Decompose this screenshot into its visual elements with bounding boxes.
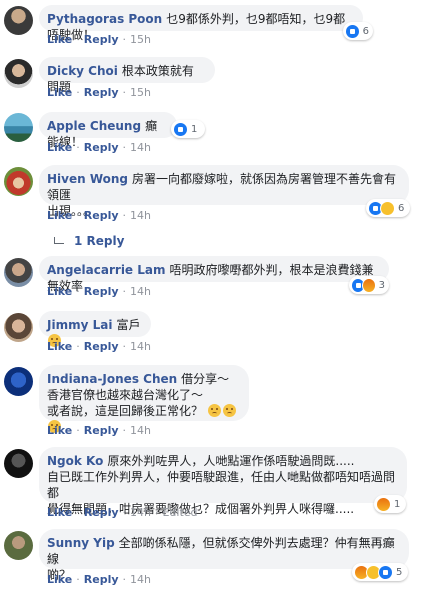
comment-author[interactable]: Apple Cheung	[47, 119, 141, 133]
like-reaction-icon	[173, 121, 188, 137]
comment-actions: Like · Reply · 15h	[47, 86, 151, 99]
thinking-emoji-icon	[222, 404, 236, 417]
like-link[interactable]: Like	[47, 506, 72, 519]
comment-text-line: 原來外判咗畀人，人哋點運作係唔駛過問既.....	[107, 454, 355, 468]
reply-link[interactable]: Reply	[84, 86, 119, 99]
like-link[interactable]: Like	[47, 86, 72, 99]
reply-link[interactable]: Reply	[84, 506, 119, 519]
comment-text-line: 香港官僚也越來越台灣化了～	[47, 388, 204, 402]
comment-actions: Like · Reply · 14h	[47, 141, 151, 154]
like-reaction-icon	[378, 564, 393, 580]
reply-link[interactable]: Reply	[84, 340, 119, 353]
reaction-count: 5	[396, 566, 403, 578]
comment-text-line: 借分享～	[181, 372, 230, 386]
reaction-count: 1	[191, 123, 198, 135]
like-link[interactable]: Like	[47, 209, 72, 222]
angry-reaction-icon	[361, 277, 376, 293]
view-replies-link[interactable]: 1 Reply	[74, 234, 124, 248]
reaction-summary[interactable]: 6	[366, 199, 410, 217]
timestamp[interactable]: 14h	[130, 141, 151, 154]
comment-bubble: Pythagoras Poon 乜9都係外判，乜9都唔知，乜9都唔駛做！	[39, 5, 363, 42]
avatar[interactable]	[4, 59, 33, 88]
like-link[interactable]: Like	[47, 424, 72, 437]
like-link[interactable]: Like	[47, 340, 72, 353]
avatar[interactable]	[4, 258, 33, 287]
avatar[interactable]	[4, 6, 33, 35]
comment-bubble: Apple Cheung 癲能線！	[39, 112, 177, 149]
comment-bubble: Hiven Wong 房署一向都廢嫁啦，就係因為房署管理不善先會有領匯 出現。。。	[39, 165, 409, 218]
comment-author[interactable]: Dicky Choi	[47, 64, 118, 78]
reaction-summary[interactable]: 5	[352, 563, 408, 581]
comment-actions: Like · Reply · 14h	[47, 285, 151, 298]
thinking-emoji-icon	[207, 404, 221, 417]
avatar[interactable]	[4, 113, 33, 142]
reaction-count: 6	[362, 25, 369, 37]
comment-author[interactable]: Angelacarrie Lam	[47, 263, 166, 277]
like-reaction-icon	[345, 23, 360, 39]
comment-bubble: Dicky Choi 根本政策就有問題	[39, 57, 215, 94]
comment-bubble: Angelacarrie Lam 唔明政府嚟嘢都外判，根本是浪費錢兼無效率	[39, 256, 389, 293]
like-link[interactable]: Like	[47, 33, 72, 46]
like-link[interactable]: Like	[47, 141, 72, 154]
comment-actions: Like · Reply · 14h	[47, 340, 151, 353]
comment-author[interactable]: Pythagoras Poon	[47, 12, 162, 26]
like-link[interactable]: Like	[47, 573, 72, 586]
comment-author[interactable]: Indiana-Jones Chen	[47, 372, 177, 386]
reaction-count: 3	[378, 279, 385, 291]
timestamp[interactable]: 14h	[130, 285, 151, 298]
comment-actions: Like · Reply · 14h	[47, 209, 151, 222]
timestamp[interactable]: 15h	[130, 33, 151, 46]
timestamp[interactable]: 15h	[130, 86, 151, 99]
edited-label[interactable]: Edited	[162, 506, 197, 519]
comment-author[interactable]: Jimmy Lai	[47, 318, 112, 332]
reaction-summary[interactable]: 3	[349, 276, 389, 294]
comment-text: 富戶	[116, 318, 141, 332]
like-link[interactable]: Like	[47, 285, 72, 298]
reply-link[interactable]: Reply	[84, 209, 119, 222]
comment-text-line: 或者說，這是回歸後正常化？	[47, 404, 204, 418]
reaction-summary[interactable]: 6	[343, 22, 373, 40]
comment-author[interactable]: Sunny Yip	[47, 536, 115, 550]
avatar[interactable]	[4, 367, 33, 396]
timestamp[interactable]: 14h	[130, 209, 151, 222]
timestamp[interactable]: 14h	[130, 506, 151, 519]
timestamp[interactable]: 14h	[130, 573, 151, 586]
comment-actions: Like · Reply · 14h	[47, 424, 151, 437]
avatar[interactable]	[4, 449, 33, 478]
avatar[interactable]	[4, 313, 33, 342]
comment-bubble: Indiana-Jones Chen 借分享～ 香港官僚也越來越台灣化了～ 或者說…	[39, 365, 249, 433]
reaction-count: 6	[398, 202, 405, 214]
reaction-count: 1	[394, 498, 401, 510]
reaction-summary[interactable]: 1	[171, 120, 205, 138]
angry-reaction-icon	[376, 496, 391, 512]
comment-actions: Like · Reply · 14h · Edited	[47, 506, 198, 519]
comment-bubble: Ngok Ko 原來外判咗畀人，人哋點運作係唔駛過問既..... 自已既工作外判畀…	[39, 447, 407, 516]
avatar[interactable]	[4, 167, 33, 196]
reply-link[interactable]: Reply	[84, 33, 119, 46]
reply-link[interactable]: Reply	[84, 573, 119, 586]
timestamp[interactable]: 14h	[130, 424, 151, 437]
reply-link[interactable]: Reply	[84, 285, 119, 298]
comment-thread: Pythagoras Poon 乜9都係外判，乜9都唔知，乜9都唔駛做！ 6 Li…	[0, 0, 439, 595]
comment-author[interactable]: Hiven Wong	[47, 172, 128, 186]
timestamp[interactable]: 14h	[130, 340, 151, 353]
comment-actions: Like · Reply · 15h	[47, 33, 151, 46]
avatar[interactable]	[4, 531, 33, 560]
reply-arrow-icon	[54, 237, 64, 244]
comment-bubble: Sunny Yip 全部啲係私隱，但就係交俾外判去處理？仲有無再癲線 啲？	[39, 529, 409, 582]
comment-author[interactable]: Ngok Ko	[47, 454, 103, 468]
sad-reaction-icon	[380, 200, 395, 216]
comment-text-line: 自已既工作外判畀人，仲要唔駛跟進，任由人哋點做都唔知唔過問都	[47, 470, 396, 500]
reply-link[interactable]: Reply	[84, 424, 119, 437]
comment-bubble: Jimmy Lai 富戶	[39, 311, 151, 347]
reply-link[interactable]: Reply	[84, 141, 119, 154]
comment-actions: Like · Reply · 14h	[47, 573, 151, 586]
reaction-summary[interactable]: 1	[374, 495, 406, 513]
